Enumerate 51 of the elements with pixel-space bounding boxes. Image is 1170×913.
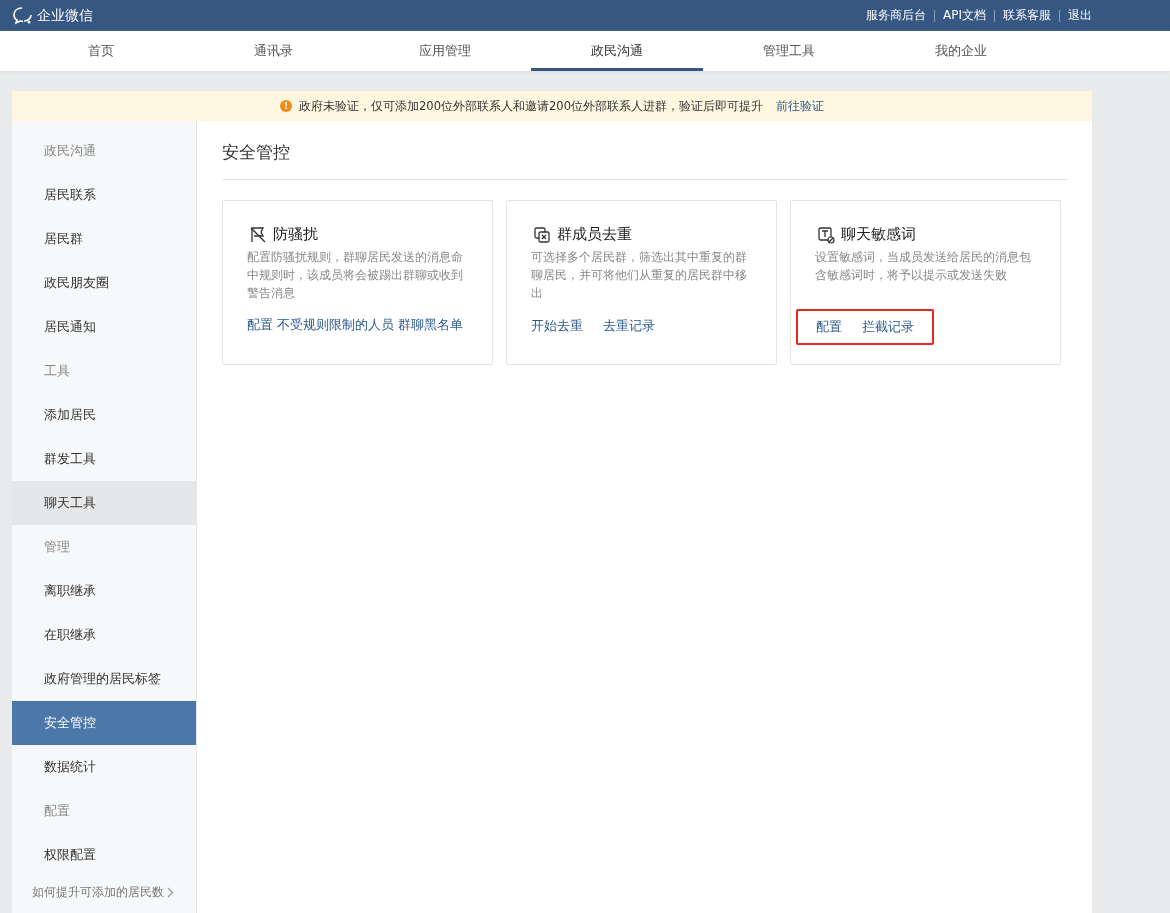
chat-bubble-icon	[12, 5, 34, 26]
card-description: 配置防骚扰规则，群聊居民发送的消息命中规则时，该成员将会被踢出群聊或收到警告消息	[247, 249, 464, 302]
sidebar-item[interactable]: 居民通知	[12, 305, 196, 349]
sidebar-item[interactable]: 添加居民	[12, 393, 196, 437]
sidebar-heading: 政民沟通	[43, 142, 97, 160]
card-description: 可选择多个居民群，筛选出其中重复的群聊居民，并可将他们从重复的居民群中移出	[531, 249, 748, 302]
header-link[interactable]: API文档	[943, 7, 986, 24]
card-link[interactable]: 配置	[247, 317, 273, 334]
sidebar-item[interactable]: 权限配置	[12, 833, 196, 877]
notice-text: 政府未验证，仅可添加200位外部联系人和邀请200位外部联系人进群，验证后即可提升	[299, 98, 763, 114]
sidebar-item[interactable]: 居民联系	[12, 173, 196, 217]
help-link[interactable]: 如何提升可添加的居民数	[32, 884, 164, 901]
card-title: 聊天敏感词	[841, 225, 916, 244]
nav-tab[interactable]: 我的企业	[875, 31, 1047, 71]
header-link[interactable]: 联系客服	[1003, 7, 1051, 24]
warning-icon: !	[280, 100, 293, 112]
header-link[interactable]: 服务商后台	[866, 7, 926, 24]
sidebar-item[interactable]: 在职继承	[12, 613, 196, 657]
text-block-icon	[817, 225, 835, 244]
sidebar-heading: 配置	[43, 802, 71, 820]
nav-tab[interactable]: 通讯录	[187, 31, 359, 71]
nav-tab[interactable]: 应用管理	[359, 31, 531, 71]
card-title: 防骚扰	[273, 225, 318, 244]
nav-tab[interactable]: 管理工具	[703, 31, 875, 71]
card-title: 群成员去重	[557, 225, 632, 244]
card-link[interactable]: 配置	[816, 318, 842, 336]
chevron-right-icon	[167, 887, 174, 898]
copy-x-icon	[533, 225, 551, 244]
sidebar-item[interactable]: 政民朋友圈	[12, 261, 196, 305]
logo-text: 企业微信	[37, 6, 93, 25]
sidebar-item[interactable]: 安全管控	[12, 701, 196, 745]
header-link[interactable]: 退出	[1068, 7, 1092, 24]
sidebar-item[interactable]: 居民群	[12, 217, 196, 261]
page-title: 安全管控	[222, 141, 291, 164]
nav-tab[interactable]: 政民沟通	[531, 31, 703, 71]
card-link[interactable]: 不受规则限制的人员	[277, 317, 394, 334]
card-link[interactable]: 群聊黑名单	[398, 317, 463, 334]
card-link[interactable]: 去重记录	[603, 317, 655, 335]
card-link[interactable]: 拦截记录	[862, 318, 914, 336]
card-link[interactable]: 开始去重	[531, 317, 583, 335]
sidebar-item[interactable]: 聊天工具	[12, 481, 196, 525]
nav-tab[interactable]: 首页	[15, 31, 187, 71]
verify-link[interactable]: 前往验证	[775, 98, 824, 114]
sidebar-item[interactable]: 离职继承	[12, 569, 196, 613]
sidebar-item[interactable]: 政府管理的居民标签	[12, 657, 196, 701]
flag-slash-icon	[249, 225, 267, 244]
sidebar-item[interactable]: 数据统计	[12, 745, 196, 789]
card-description: 设置敏感词，当成员发送给居民的消息包含敏感词时，将予以提示或发送失败	[815, 249, 1032, 284]
sidebar-item[interactable]: 群发工具	[12, 437, 196, 481]
sidebar-heading: 管理	[43, 538, 71, 556]
sidebar-heading: 工具	[43, 362, 71, 380]
